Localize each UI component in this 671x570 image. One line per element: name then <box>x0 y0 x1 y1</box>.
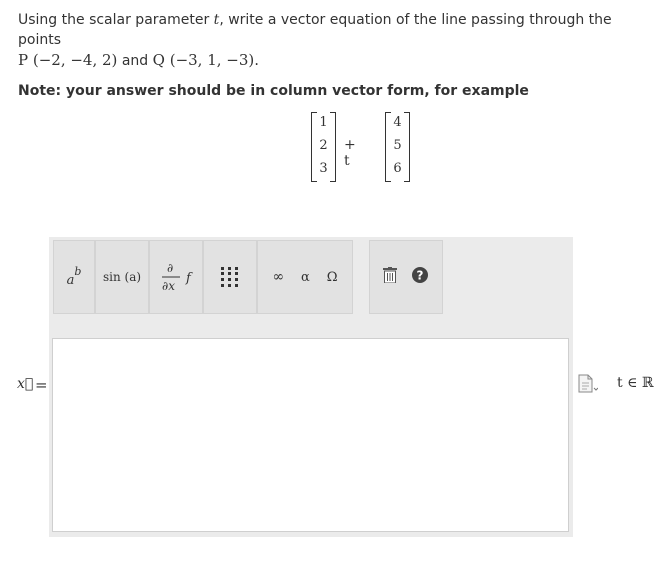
svg-text:∂: ∂ <box>167 261 173 275</box>
point-q: Q (−3, 1, −3) <box>152 51 255 69</box>
vector-1-entry: 2 <box>319 138 328 153</box>
paste-icon <box>578 374 599 393</box>
partial-derivative-icon: ∂ ∂x f <box>162 261 193 293</box>
trash-icon <box>383 267 397 284</box>
answer-input[interactable] <box>52 338 569 532</box>
vector-x-text: x⃗ <box>17 376 34 392</box>
alpha-symbol: α <box>301 269 310 285</box>
vector-2-entry: 6 <box>393 161 402 176</box>
actions-group: ? <box>369 240 443 314</box>
svg-text:?: ? <box>417 269 424 283</box>
vector-x-label: x⃗ <box>17 376 33 392</box>
question-line-1: Using the scalar parameter t, write a ve… <box>18 10 658 50</box>
vector-1-entry: 1 <box>319 115 328 130</box>
vector-1-entry: 3 <box>319 161 328 176</box>
equals-sign: = <box>35 376 48 394</box>
plus-t: + t <box>344 137 356 169</box>
question-line-2: P (−2, −4, 2) and Q (−3, 1, −3). <box>18 50 658 71</box>
symbols-button[interactable]: ∞ α Ω <box>257 240 353 314</box>
svg-text:∂x: ∂x <box>162 279 175 293</box>
point-p: P (−2, −4, 2) <box>18 51 118 69</box>
omega-symbol: Ω <box>326 269 338 285</box>
question-text: Using the scalar parameter t, write a ve… <box>18 10 658 71</box>
math-editor: ab sin (a) ∂ ∂x f ∞ α Ω ? <box>49 237 573 537</box>
paste-button[interactable] <box>576 374 599 398</box>
svg-text:f: f <box>185 271 193 286</box>
matrix-button[interactable] <box>203 240 257 314</box>
help-icon: ? <box>412 267 428 283</box>
question-prefix: Using the scalar parameter <box>18 12 214 28</box>
infinity-symbol: ∞ <box>272 269 285 285</box>
sin-button[interactable]: sin (a) <box>95 240 149 314</box>
help-button[interactable]: ? <box>411 266 429 288</box>
example-vector-1: 1 2 3 <box>311 112 336 182</box>
question-and: and <box>117 53 153 69</box>
example-vector-2: 4 5 6 <box>385 112 410 182</box>
superscript-button[interactable]: ab <box>53 240 95 314</box>
matrix-icon <box>221 267 238 287</box>
partial-derivative-button[interactable]: ∂ ∂x f <box>149 240 203 314</box>
trash-button[interactable] <box>383 267 397 287</box>
vector-2-entry: 5 <box>393 138 402 153</box>
question-end: . <box>254 51 260 69</box>
vector-2-entry: 4 <box>393 115 402 130</box>
sin-label: sin (a) <box>102 270 142 284</box>
t-domain: t ∈ ℝ <box>617 375 654 391</box>
note-text: Note: your answer should be in column ve… <box>18 83 529 99</box>
